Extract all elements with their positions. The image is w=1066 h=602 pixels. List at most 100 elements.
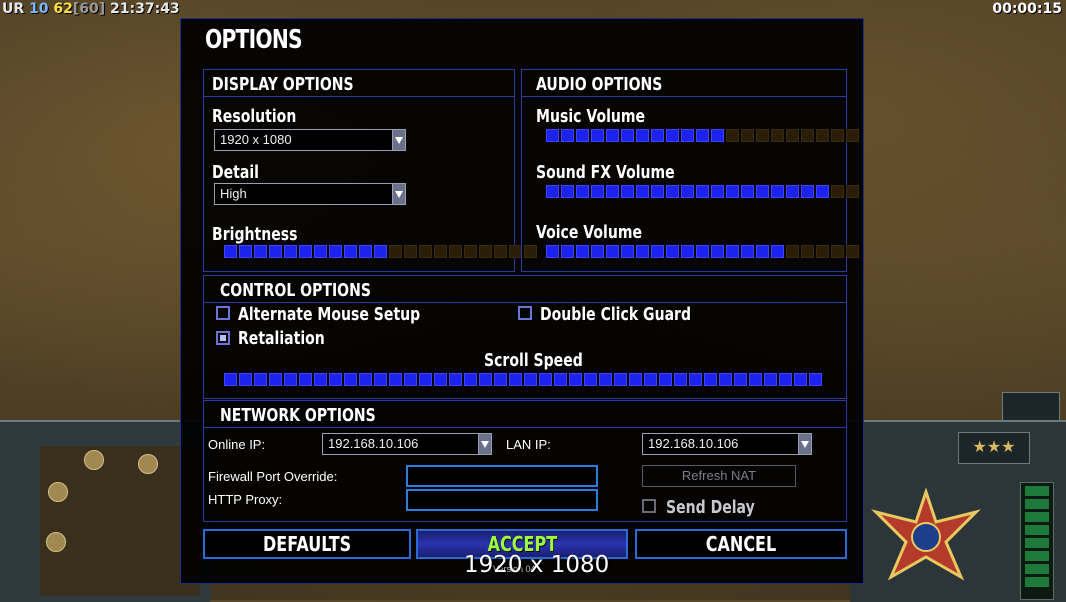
slider-segment[interactable] bbox=[741, 245, 754, 258]
slider-segment[interactable] bbox=[651, 245, 664, 258]
slider-segment[interactable] bbox=[749, 373, 762, 386]
slider-segment[interactable] bbox=[771, 245, 784, 258]
slider-segment[interactable] bbox=[644, 373, 657, 386]
slider-segment[interactable] bbox=[539, 373, 552, 386]
slider-segment[interactable] bbox=[801, 185, 814, 198]
slider-segment[interactable] bbox=[816, 129, 829, 142]
slider-segment[interactable] bbox=[846, 129, 859, 142]
slider-segment[interactable] bbox=[681, 185, 694, 198]
slider-segment[interactable] bbox=[344, 245, 357, 258]
slider-segment[interactable] bbox=[314, 245, 327, 258]
slider-segment[interactable] bbox=[479, 373, 492, 386]
slider-segment[interactable] bbox=[509, 373, 522, 386]
slider-segment[interactable] bbox=[374, 245, 387, 258]
slider-segment[interactable] bbox=[651, 129, 664, 142]
slider-segment[interactable] bbox=[764, 373, 777, 386]
slider-segment[interactable] bbox=[726, 185, 739, 198]
slider-segment[interactable] bbox=[711, 245, 724, 258]
slider-segment[interactable] bbox=[591, 245, 604, 258]
slider-segment[interactable] bbox=[389, 373, 402, 386]
slider-segment[interactable] bbox=[606, 245, 619, 258]
slider-segment[interactable] bbox=[554, 373, 567, 386]
slider-segment[interactable] bbox=[756, 245, 769, 258]
slider-segment[interactable] bbox=[696, 129, 709, 142]
slider-segment[interactable] bbox=[831, 185, 844, 198]
alternate-mouse-label[interactable]: Alternate Mouse Setup bbox=[238, 304, 420, 325]
slider-segment[interactable] bbox=[314, 373, 327, 386]
slider-segment[interactable] bbox=[419, 245, 432, 258]
slider-segment[interactable] bbox=[449, 373, 462, 386]
chevron-down-icon[interactable] bbox=[798, 434, 811, 454]
slider-segment[interactable] bbox=[239, 373, 252, 386]
slider-segment[interactable] bbox=[681, 245, 694, 258]
voice-volume-slider[interactable] bbox=[546, 245, 859, 258]
slider-segment[interactable] bbox=[479, 245, 492, 258]
slider-segment[interactable] bbox=[299, 245, 312, 258]
slider-segment[interactable] bbox=[389, 245, 402, 258]
lan-ip-dropdown[interactable]: 192.168.10.106 bbox=[642, 433, 812, 455]
slider-segment[interactable] bbox=[591, 129, 604, 142]
slider-segment[interactable] bbox=[636, 129, 649, 142]
slider-segment[interactable] bbox=[711, 129, 724, 142]
online-ip-dropdown[interactable]: 192.168.10.106 bbox=[322, 433, 492, 455]
slider-segment[interactable] bbox=[621, 245, 634, 258]
slider-segment[interactable] bbox=[606, 129, 619, 142]
slider-segment[interactable] bbox=[704, 373, 717, 386]
slider-segment[interactable] bbox=[576, 185, 589, 198]
slider-segment[interactable] bbox=[719, 373, 732, 386]
slider-segment[interactable] bbox=[254, 373, 267, 386]
slider-segment[interactable] bbox=[734, 373, 747, 386]
slider-segment[interactable] bbox=[659, 373, 672, 386]
slider-segment[interactable] bbox=[681, 129, 694, 142]
slider-segment[interactable] bbox=[404, 245, 417, 258]
slider-segment[interactable] bbox=[599, 373, 612, 386]
slider-segment[interactable] bbox=[816, 185, 829, 198]
slider-segment[interactable] bbox=[344, 373, 357, 386]
slider-segment[interactable] bbox=[434, 373, 447, 386]
slider-segment[interactable] bbox=[756, 129, 769, 142]
minimap[interactable] bbox=[40, 446, 200, 596]
double-click-guard-label[interactable]: Double Click Guard bbox=[540, 304, 691, 325]
slider-segment[interactable] bbox=[801, 245, 814, 258]
slider-segment[interactable] bbox=[786, 245, 799, 258]
slider-segment[interactable] bbox=[696, 185, 709, 198]
slider-segment[interactable] bbox=[741, 185, 754, 198]
slider-segment[interactable] bbox=[726, 129, 739, 142]
chevron-down-icon[interactable] bbox=[478, 434, 491, 454]
slider-segment[interactable] bbox=[801, 129, 814, 142]
slider-segment[interactable] bbox=[584, 373, 597, 386]
slider-segment[interactable] bbox=[359, 245, 372, 258]
sfx-volume-slider[interactable] bbox=[546, 185, 859, 198]
slider-segment[interactable] bbox=[831, 129, 844, 142]
slider-segment[interactable] bbox=[329, 373, 342, 386]
slider-segment[interactable] bbox=[284, 245, 297, 258]
slider-segment[interactable] bbox=[546, 129, 559, 142]
http-proxy-input[interactable] bbox=[406, 489, 598, 511]
slider-segment[interactable] bbox=[449, 245, 462, 258]
slider-segment[interactable] bbox=[666, 185, 679, 198]
slider-segment[interactable] bbox=[576, 245, 589, 258]
slider-segment[interactable] bbox=[494, 373, 507, 386]
slider-segment[interactable] bbox=[741, 129, 754, 142]
slider-segment[interactable] bbox=[689, 373, 702, 386]
slider-segment[interactable] bbox=[794, 373, 807, 386]
slider-segment[interactable] bbox=[254, 245, 267, 258]
slider-segment[interactable] bbox=[614, 373, 627, 386]
slider-segment[interactable] bbox=[636, 245, 649, 258]
slider-segment[interactable] bbox=[374, 373, 387, 386]
slider-segment[interactable] bbox=[621, 185, 634, 198]
slider-segment[interactable] bbox=[651, 185, 664, 198]
slider-segment[interactable] bbox=[464, 373, 477, 386]
slider-segment[interactable] bbox=[434, 245, 447, 258]
slider-segment[interactable] bbox=[329, 245, 342, 258]
brightness-slider[interactable] bbox=[224, 245, 537, 258]
slider-segment[interactable] bbox=[846, 245, 859, 258]
slider-segment[interactable] bbox=[576, 129, 589, 142]
slider-segment[interactable] bbox=[726, 245, 739, 258]
slider-segment[interactable] bbox=[561, 245, 574, 258]
slider-segment[interactable] bbox=[224, 245, 237, 258]
alternate-mouse-checkbox[interactable] bbox=[216, 306, 230, 320]
slider-segment[interactable] bbox=[239, 245, 252, 258]
slider-segment[interactable] bbox=[771, 185, 784, 198]
slider-segment[interactable] bbox=[464, 245, 477, 258]
